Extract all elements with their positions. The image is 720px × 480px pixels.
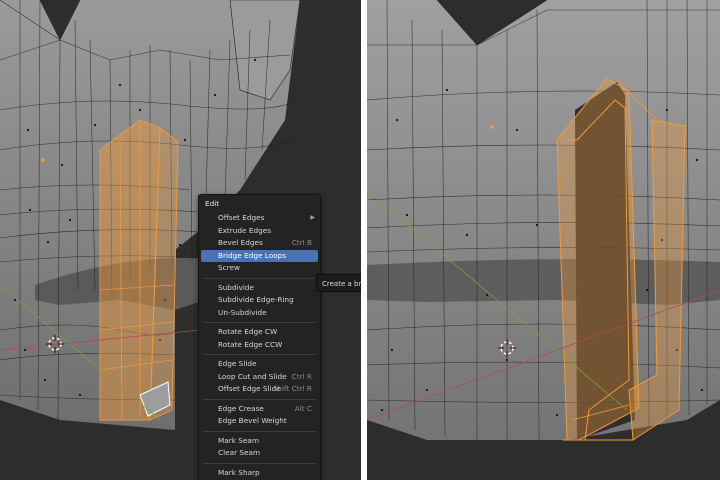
menu-item-label: Subdivide xyxy=(218,282,255,292)
object-origin xyxy=(41,158,45,162)
menu-item-label: Offset Edge Slide xyxy=(218,384,281,393)
viewport-right[interactable] xyxy=(367,0,720,480)
selected-faces xyxy=(99,119,179,421)
menu-item-label: Rotate Edge CW xyxy=(218,327,278,336)
menu-item-label: Edge Slide xyxy=(218,359,257,368)
menu-separator xyxy=(203,398,316,400)
menu-item-label: Edge Crease xyxy=(218,403,264,413)
menu-item-rotate-edge-cw[interactable]: Rotate Edge CW xyxy=(199,326,320,339)
tooltip: Create a bridge of faces betwe xyxy=(316,274,361,292)
menu-item-offset-edge-slide[interactable]: Offset Edge Slide Shift Ctrl R xyxy=(199,383,320,396)
menu-item-bevel-edges[interactable]: Bevel Edges Ctrl B xyxy=(199,237,320,250)
menu-item-label: Screw xyxy=(218,263,240,272)
menu-item-subdivide-edge-ring[interactable]: Subdivide Edge-Ring xyxy=(199,294,320,307)
menu-item-label: Rotate Edge CCW xyxy=(218,339,283,349)
menu-item-label: Clear Seam xyxy=(218,448,261,457)
menu-separator xyxy=(203,354,316,355)
menu-item-shortcut: Shift Ctrl R xyxy=(272,384,312,393)
menu-separator xyxy=(203,322,316,323)
menu-item-shortcut: Alt C xyxy=(294,403,312,413)
menu-title: Edit xyxy=(205,199,220,208)
menu-item-mark-sharp[interactable]: Mark Sharp xyxy=(199,467,320,480)
menu-item-loop-cut-and-slide[interactable]: Loop Cut and Slide Ctrl R xyxy=(199,371,320,384)
menu-separator xyxy=(203,277,316,279)
menu-item-label: Mark Sharp xyxy=(218,467,260,477)
viewport-right-scene xyxy=(367,0,720,480)
object-origin xyxy=(490,125,494,129)
menu-item-label: Loop Cut and Slide xyxy=(218,371,287,381)
menu-item-label: Un-Subdivide xyxy=(218,307,267,317)
menu-item-label: Subdivide Edge-Ring xyxy=(218,295,294,304)
menu-item-extrude-edges[interactable]: Extrude Edges xyxy=(199,225,320,238)
menu-item-clear-seam[interactable]: Clear Seam xyxy=(199,447,320,460)
menu-item-label: Bevel Edges xyxy=(218,238,263,247)
menu-item-mark-seam[interactable]: Mark Seam xyxy=(199,435,320,448)
menu-item-edge-crease[interactable]: Edge Crease Alt C xyxy=(199,403,320,416)
menu-item-label: Offset Edges xyxy=(218,213,265,222)
menu-item-label: Bridge Edge Loops xyxy=(218,250,287,260)
menu-item-bridge-edge-loops[interactable]: Bridge Edge Loops xyxy=(201,249,318,262)
selected-faces xyxy=(556,77,686,441)
menu-item-screw[interactable]: Screw xyxy=(199,262,320,275)
menu-item-subdivide[interactable]: Subdivide xyxy=(199,282,320,295)
menu-item-offset-edges[interactable]: Offset Edges ▶ xyxy=(199,212,320,225)
menu-item-edge-bevel-weight[interactable]: Edge Bevel Weight xyxy=(199,415,320,428)
menu-item-rotate-edge-ccw[interactable]: Rotate Edge CCW xyxy=(199,339,320,352)
viewport-left[interactable]: Edit Offset Edges ▶ Extrude Edges Bevel Edg… xyxy=(0,0,361,480)
menu-item-label: Extrude Edges xyxy=(218,225,272,235)
menu-item-label: Edge Bevel Weight xyxy=(218,416,287,425)
submenu-arrow-icon: ▶ xyxy=(310,214,315,221)
menu-item-label: Mark Seam xyxy=(218,435,260,445)
menu-item-shortcut: Ctrl B xyxy=(291,238,312,247)
menu-item-un-subdivide[interactable]: Un-Subdivide xyxy=(199,307,320,320)
menu-separator xyxy=(203,462,316,464)
menu-separator xyxy=(203,430,316,432)
edge-context-menu: Edit Offset Edges ▶ Extrude Edges Bevel Edg… xyxy=(198,194,321,480)
menu-item-shortcut: Ctrl R xyxy=(291,371,312,381)
menu-item-edge-slide[interactable]: Edge Slide xyxy=(199,358,320,371)
menu-body: Offset Edges ▶ Extrude Edges Bevel Edges Ctr… xyxy=(199,212,320,479)
